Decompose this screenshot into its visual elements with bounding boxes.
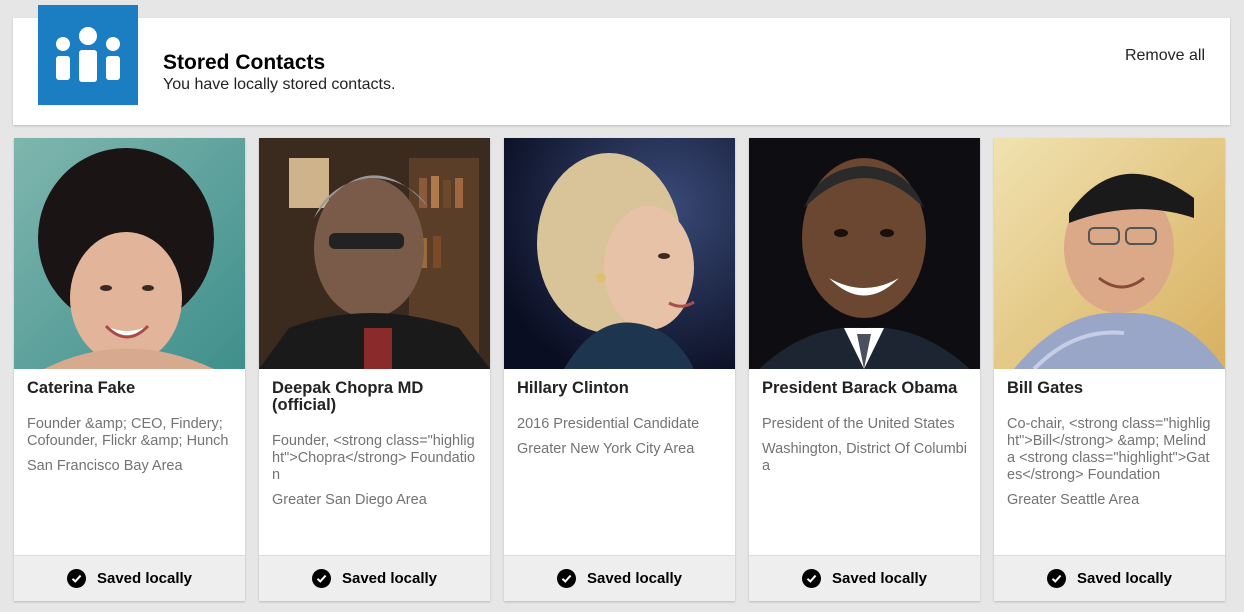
page-title: Stored Contacts bbox=[163, 51, 326, 74]
contact-headline: President of the United States bbox=[762, 416, 955, 432]
check-circle-icon bbox=[1046, 569, 1066, 588]
remove-all-link[interactable]: Remove all bbox=[1125, 47, 1205, 65]
contact-name: Deepak Chopra MD (official) bbox=[272, 379, 424, 414]
contact-photo bbox=[259, 138, 490, 369]
contact-headline: Co-chair, <strong class="highlight">Bill… bbox=[1007, 416, 1211, 483]
saved-locally-label: Saved locally bbox=[341, 570, 438, 587]
saved-locally-label: Saved locally bbox=[1076, 570, 1173, 587]
contact-card[interactable]: President Barack Obama President of the … bbox=[749, 138, 980, 601]
contact-photo bbox=[749, 138, 980, 369]
saved-locally-button[interactable]: Saved locally bbox=[504, 555, 735, 601]
check-circle-icon bbox=[311, 569, 331, 588]
contact-location: Washington, District Of Columbia bbox=[762, 441, 967, 474]
contact-photo bbox=[504, 138, 735, 369]
contact-name: Bill Gates bbox=[1007, 379, 1084, 397]
saved-locally-button[interactable]: Saved locally bbox=[749, 555, 980, 601]
contact-photo bbox=[994, 138, 1225, 369]
contact-headline: 2016 Presidential Candidate bbox=[517, 416, 700, 432]
contact-name: President Barack Obama bbox=[762, 379, 958, 397]
people-group-icon bbox=[38, 5, 138, 105]
check-circle-icon bbox=[801, 569, 821, 588]
contact-location: Greater Seattle Area bbox=[1007, 492, 1140, 508]
contact-cards: Caterina Fake Founder &amp; CEO, Findery… bbox=[14, 138, 1226, 601]
saved-locally-button[interactable]: Saved locally bbox=[14, 555, 245, 601]
saved-locally-button[interactable]: Saved locally bbox=[994, 555, 1225, 601]
contact-card[interactable]: Bill Gates Co-chair, <strong class="high… bbox=[994, 138, 1225, 601]
contact-location: Greater San Diego Area bbox=[272, 492, 427, 508]
contact-headline: Founder, <strong class="highlight">Chopr… bbox=[272, 433, 476, 483]
contact-location: Greater New York City Area bbox=[517, 441, 695, 457]
contact-card[interactable]: Deepak Chopra MD (official) Founder, <st… bbox=[259, 138, 490, 601]
contact-card[interactable]: Hillary Clinton 2016 Presidential Candid… bbox=[504, 138, 735, 601]
page-subtitle: You have locally stored contacts. bbox=[163, 76, 396, 93]
saved-locally-button[interactable]: Saved locally bbox=[259, 555, 490, 601]
check-circle-icon bbox=[66, 569, 86, 588]
stored-contacts-header: Stored Contacts You have locally stored … bbox=[13, 5, 1230, 125]
saved-locally-label: Saved locally bbox=[96, 570, 193, 587]
contact-name: Caterina Fake bbox=[27, 379, 136, 397]
check-circle-icon bbox=[556, 569, 576, 588]
contact-location: San Francisco Bay Area bbox=[27, 458, 183, 474]
contact-card[interactable]: Caterina Fake Founder &amp; CEO, Findery… bbox=[14, 138, 245, 601]
contact-headline: Founder &amp; CEO, Findery; Cofounder, F… bbox=[27, 416, 229, 449]
contact-photo bbox=[14, 138, 245, 369]
saved-locally-label: Saved locally bbox=[586, 570, 683, 587]
saved-locally-label: Saved locally bbox=[831, 570, 928, 587]
contact-name: Hillary Clinton bbox=[517, 379, 629, 397]
